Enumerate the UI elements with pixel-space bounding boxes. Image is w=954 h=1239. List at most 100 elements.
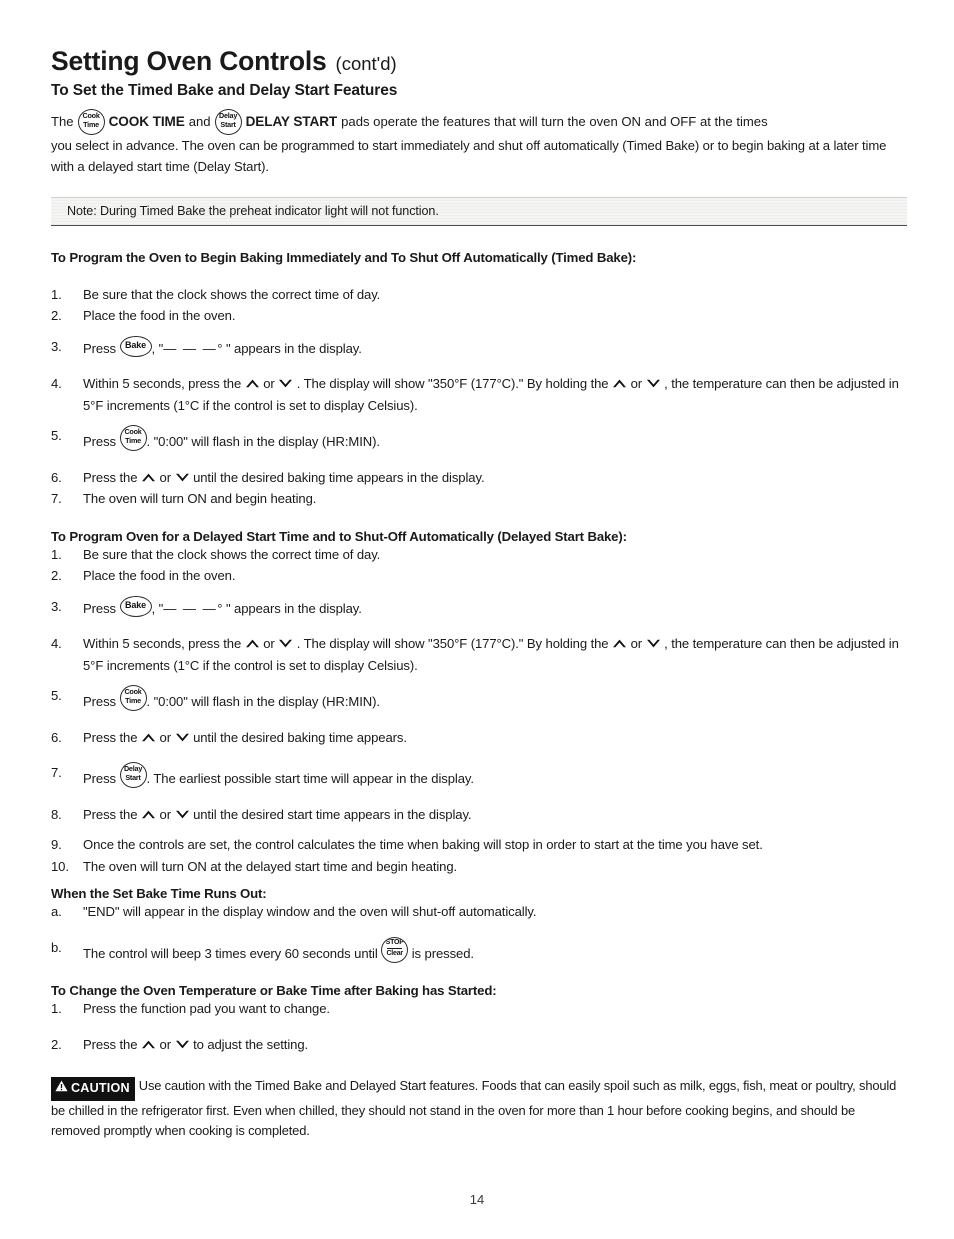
step-runsout-b: b. The control will beep 3 times every 6…	[51, 936, 907, 965]
step-text-part2: until the desired start time appears in …	[193, 806, 472, 822]
step-text-part1: Press the	[83, 806, 138, 822]
caution-badge-label: CAUTION	[71, 1081, 130, 1096]
step-separator: or	[159, 729, 172, 745]
step-number: 4.	[51, 376, 62, 392]
step-number: 2.	[51, 1036, 62, 1052]
step-change-1: 1. Press the function pad you want to ch…	[51, 998, 907, 1020]
step-text-part2: is pressed.	[411, 945, 474, 961]
cook-time-pad-icon: Cook Time	[119, 685, 147, 712]
step-number: 4.	[51, 636, 62, 652]
caution-block: CAUTION Use caution with the Timed Bake …	[51, 1076, 907, 1142]
step-text-post: . "0:00" will flash in the display (HR:M…	[146, 694, 380, 710]
heading-delayed-start: To Program Oven for a Delayed Start Time…	[51, 528, 627, 544]
step-number: 1.	[51, 546, 62, 562]
step-number: 3.	[51, 598, 62, 614]
step-text-pre: Press	[83, 434, 116, 450]
step-text: Place the food in the oven.	[83, 568, 236, 584]
step-text-post: . "0:00" will flash in the display (HR:M…	[146, 434, 380, 450]
step-number: 6.	[51, 729, 62, 745]
heading-timed-bake: To Program the Oven to Begin Baking Imme…	[51, 249, 637, 265]
step-text-part2: . The display will show "350°F (177°C)."…	[296, 376, 609, 392]
step-timed-5: 5. Press Cook Time . "0:00" will flash i…	[51, 425, 907, 453]
chevron-down-icon	[175, 1039, 190, 1050]
step-number: 5.	[51, 688, 62, 704]
intro-text-and: and	[188, 114, 211, 130]
caution-text: Use caution with the Timed Bake and Dela…	[51, 1078, 897, 1139]
intro-paragraph-line-1: The Cook Time COOK TIME and Delay Start …	[51, 108, 907, 135]
step-quote-close: "	[225, 600, 231, 616]
chevron-down-icon	[175, 809, 190, 820]
chevron-down-icon	[646, 378, 661, 389]
stop-pad-top-label: STOP	[385, 938, 404, 946]
step-number: 1.	[51, 1001, 62, 1017]
step-text: Be sure that the clock shows the correct…	[83, 286, 381, 302]
step-text-part1: Within 5 seconds, press the	[83, 636, 242, 652]
step-delay-10: 10. The oven will turn ON at the delayed…	[51, 856, 907, 878]
step-text-part2: . The display will show "350°F (177°C)."…	[296, 636, 609, 652]
chevron-up-icon	[245, 638, 260, 649]
step-text-pre: Press	[83, 694, 116, 710]
cook-time-pad-icon: Cook Time	[119, 425, 147, 452]
intro-paragraph-rest: you select in advance. The oven can be p…	[51, 137, 887, 175]
page-title-main: Setting Oven Controls	[51, 46, 327, 76]
delay-start-label: DELAY START	[245, 114, 338, 130]
step-delay-7: 7. Press Delay Start . The earliest poss…	[51, 762, 907, 790]
page-title-continued: (cont'd)	[335, 53, 397, 74]
manual-page: Setting Oven Controls (cont'd) To Set th…	[0, 0, 954, 1239]
intro-text-tail: pads operate the features that will turn…	[341, 114, 768, 130]
section-subtitle: To Set the Timed Bake and Delay Start Fe…	[51, 81, 398, 99]
delay-start-pad-icon: Delay Start	[119, 762, 147, 789]
chevron-down-icon	[175, 472, 190, 483]
step-number: 8.	[51, 806, 62, 822]
step-timed-7: 7. The oven will turn ON and begin heati…	[51, 488, 907, 510]
step-text-pre: Press	[83, 771, 116, 787]
step-timed-3: 3. Press Bake, "— — —° " appears in the …	[51, 335, 907, 360]
chevron-up-icon	[245, 378, 260, 389]
step-text: "END" will appear in the display window …	[83, 904, 537, 920]
step-text-part1: The control will beep 3 times every 60 s…	[83, 945, 378, 961]
chevron-up-icon	[612, 378, 627, 389]
step-number: 6.	[51, 469, 62, 485]
step-text-post: . The earliest possible start time will …	[146, 771, 474, 787]
step-timed-6: 6. Press the or until the desired baking…	[51, 467, 907, 489]
step-delay-3: 3. Press Bake, "— — —° " appears in the …	[51, 595, 907, 620]
step-text: Place the food in the oven.	[83, 308, 236, 324]
stop-clear-pad-icon: STOP Clear	[381, 936, 409, 963]
step-text: Once the controls are set, the control c…	[83, 837, 763, 853]
step-number: 1.	[51, 286, 62, 302]
step-delay-1: 1. Be sure that the clock shows the corr…	[51, 544, 907, 566]
delay-start-pad-icon: Delay Start	[214, 108, 242, 135]
step-delay-5: 5. Press Cook Time . "0:00" will flash i…	[51, 685, 907, 713]
chevron-down-icon	[646, 638, 661, 649]
chevron-up-icon	[141, 1039, 156, 1050]
cook-time-pad-line1: Cook	[124, 687, 142, 697]
bake-pad-icon: Bake	[119, 595, 152, 617]
step-separator-2: or	[630, 636, 643, 652]
step-comma: ,	[151, 600, 156, 616]
step-number: 9.	[51, 837, 62, 853]
chevron-up-icon	[612, 638, 627, 649]
step-delay-9: 9. Once the controls are set, the contro…	[51, 834, 907, 856]
step-delay-2: 2. Place the food in the oven.	[51, 565, 907, 587]
chevron-down-icon	[278, 378, 293, 389]
page-title: Setting Oven Controls (cont'd)	[51, 46, 907, 76]
step-number: 7.	[51, 765, 62, 781]
step-number: 3.	[51, 338, 62, 354]
step-separator: or	[159, 1036, 172, 1052]
step-change-2: 2. Press the or to adjust the setting.	[51, 1034, 907, 1056]
delay-start-pad-line2: Start	[125, 773, 141, 783]
step-text-part2: until the desired baking time appears in…	[193, 469, 485, 485]
heading-bake-time-runs-out: When the Set Bake Time Runs Out:	[51, 886, 267, 902]
step-number: 7.	[51, 491, 62, 507]
step-number: 2.	[51, 568, 62, 584]
step-number: 2.	[51, 308, 62, 324]
delay-start-pad-line1: Delay	[218, 110, 238, 120]
step-text-pre: Press	[83, 600, 116, 616]
step-timed-1: 1. Be sure that the clock shows the corr…	[51, 284, 907, 306]
stop-pad-bottom-label: Clear	[386, 949, 403, 957]
step-comma: ,	[151, 340, 156, 356]
step-text-part1: Within 5 seconds, press the	[83, 376, 242, 392]
step-delay-6: 6. Press the or until the desired baking…	[51, 727, 907, 749]
warning-triangle-icon	[55, 1078, 68, 1099]
intro-text-the: The	[51, 114, 74, 130]
